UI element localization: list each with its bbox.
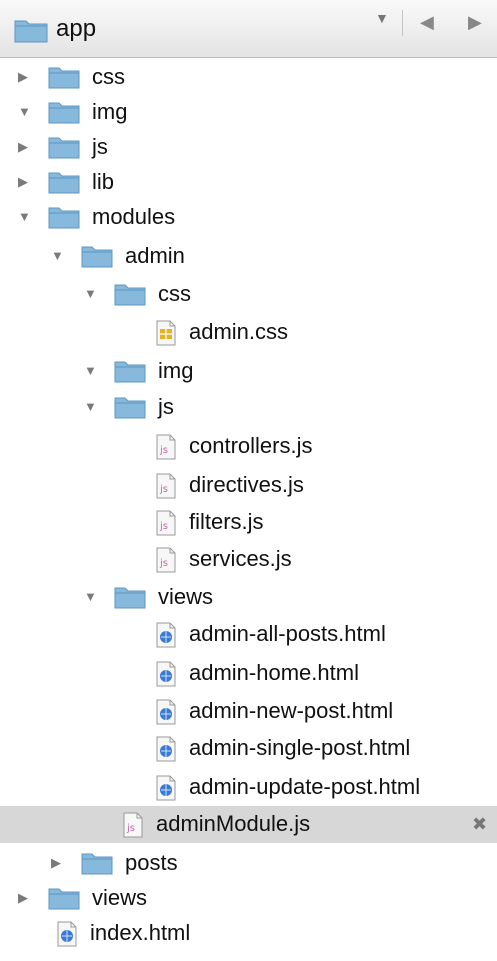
tree-item-label: js [158, 394, 174, 419]
tree-item-label: lib [92, 169, 115, 194]
tree-item-label: views [158, 584, 214, 609]
file-tree-header: app ▼ ◀ ▶ [0, 0, 497, 58]
folder-icon [81, 851, 113, 880]
tree-item-label: services.js [189, 546, 292, 571]
tree-file-row[interactable]: admin-new-post.html [0, 693, 497, 730]
tree-item-label: modules [92, 204, 176, 229]
tree-item-label: admin-single-post.html [189, 735, 411, 760]
tree-item-label: img [158, 358, 194, 383]
tree-file-row[interactable]: admin-all-posts.html [0, 616, 497, 653]
folder-icon [48, 65, 80, 94]
tree-item-label: admin [125, 243, 185, 268]
tree-folder-row[interactable]: ▶ views [0, 880, 497, 917]
next-icon[interactable]: ▶ [468, 12, 482, 33]
folder-icon [48, 170, 80, 199]
js-file-icon: js [122, 812, 144, 843]
tree-item-label: admin-home.html [189, 660, 359, 685]
js-file-icon: js [155, 547, 177, 578]
html-file-icon [56, 921, 78, 952]
tree-item-label: css [158, 281, 191, 306]
tree-folder-row[interactable]: ▶ css [0, 59, 497, 96]
svg-text:js: js [126, 823, 135, 834]
tree-file-row[interactable]: js adminModule.js ✖ [0, 806, 497, 843]
tree-folder-row[interactable]: ▼ admin [0, 238, 497, 275]
tree-item-label: index.html [90, 920, 191, 945]
tree-item-label: css [92, 64, 125, 89]
tree-file-row[interactable]: js services.js [0, 541, 497, 578]
disclosure-expanded-icon[interactable]: ▼ [84, 588, 97, 606]
tree-item-label: admin-update-post.html [189, 774, 421, 799]
svg-text:js: js [159, 484, 168, 495]
folder-icon [81, 244, 113, 273]
folder-icon [14, 20, 48, 43]
folder-icon [114, 585, 146, 614]
tree-folder-row[interactable]: ▼ img [0, 353, 497, 390]
html-file-icon [155, 622, 177, 653]
tree-file-row[interactable]: index.html [0, 915, 497, 952]
disclosure-collapsed-icon[interactable]: ▶ [18, 889, 28, 907]
css-file-icon [155, 320, 177, 351]
disclosure-collapsed-icon[interactable]: ▶ [18, 68, 28, 86]
folder-icon [48, 100, 80, 129]
folder-icon [114, 282, 146, 311]
tree-item-label: img [92, 99, 128, 124]
tree-file-row[interactable]: admin-home.html [0, 655, 497, 692]
tree-folder-row[interactable]: ▼ js [0, 389, 497, 426]
tree-item-label: js [92, 134, 108, 159]
root-folder-title[interactable]: app [56, 14, 96, 44]
folder-icon [114, 395, 146, 424]
tree-folder-row[interactable]: ▶ js [0, 129, 497, 166]
tree-folder-row[interactable]: ▼ views [0, 579, 497, 616]
tree-item-label: filters.js [189, 509, 264, 534]
svg-text:js: js [159, 558, 168, 569]
folder-icon [48, 886, 80, 915]
previous-icon[interactable]: ◀ [420, 12, 434, 33]
html-file-icon [155, 699, 177, 730]
disclosure-collapsed-icon[interactable]: ▶ [18, 138, 28, 156]
tree-file-row[interactable]: js controllers.js [0, 428, 497, 465]
tree-folder-row[interactable]: ▶ posts [0, 845, 497, 882]
header-divider [402, 10, 403, 36]
tree-folder-row[interactable]: ▶ lib [0, 164, 497, 201]
tree-item-label: views [92, 885, 148, 910]
tree-file-row[interactable]: admin-single-post.html [0, 730, 497, 767]
disclosure-collapsed-icon[interactable]: ▶ [18, 173, 28, 191]
tree-item-label: admin.css [189, 319, 289, 344]
tree-item-label: posts [125, 850, 178, 875]
disclosure-expanded-icon[interactable]: ▼ [84, 285, 97, 303]
tree-file-row[interactable]: admin.css [0, 314, 497, 351]
tree-item-label: directives.js [189, 472, 304, 497]
disclosure-collapsed-icon[interactable]: ▶ [51, 854, 61, 872]
tree-item-label: admin-all-posts.html [189, 621, 386, 646]
js-file-icon: js [155, 434, 177, 465]
close-icon[interactable]: ✖ [472, 814, 487, 835]
folder-icon [48, 205, 80, 234]
svg-text:js: js [159, 445, 168, 456]
html-file-icon [155, 736, 177, 767]
tree-folder-row[interactable]: ▼ img [0, 94, 497, 131]
tree-item-label: admin-new-post.html [189, 698, 394, 723]
disclosure-expanded-icon[interactable]: ▼ [84, 398, 97, 416]
js-file-icon: js [155, 510, 177, 541]
disclosure-expanded-icon[interactable]: ▼ [18, 208, 31, 226]
tree-file-row[interactable]: admin-update-post.html [0, 769, 497, 806]
dropdown-chevron-icon[interactable]: ▼ [375, 10, 389, 26]
tree-item-label: controllers.js [189, 433, 313, 458]
tree-file-row[interactable]: js filters.js [0, 504, 497, 541]
js-file-icon: js [155, 473, 177, 504]
html-file-icon [155, 661, 177, 692]
folder-icon [48, 135, 80, 164]
disclosure-expanded-icon[interactable]: ▼ [18, 103, 31, 121]
tree-folder-row[interactable]: ▼ modules [0, 199, 497, 236]
disclosure-expanded-icon[interactable]: ▼ [51, 247, 64, 265]
svg-text:js: js [159, 521, 168, 532]
folder-icon [114, 359, 146, 388]
tree-item-label: adminModule.js [156, 811, 311, 836]
disclosure-expanded-icon[interactable]: ▼ [84, 362, 97, 380]
tree-file-row[interactable]: js directives.js [0, 467, 497, 504]
html-file-icon [155, 775, 177, 806]
tree-folder-row[interactable]: ▼ css [0, 276, 497, 313]
